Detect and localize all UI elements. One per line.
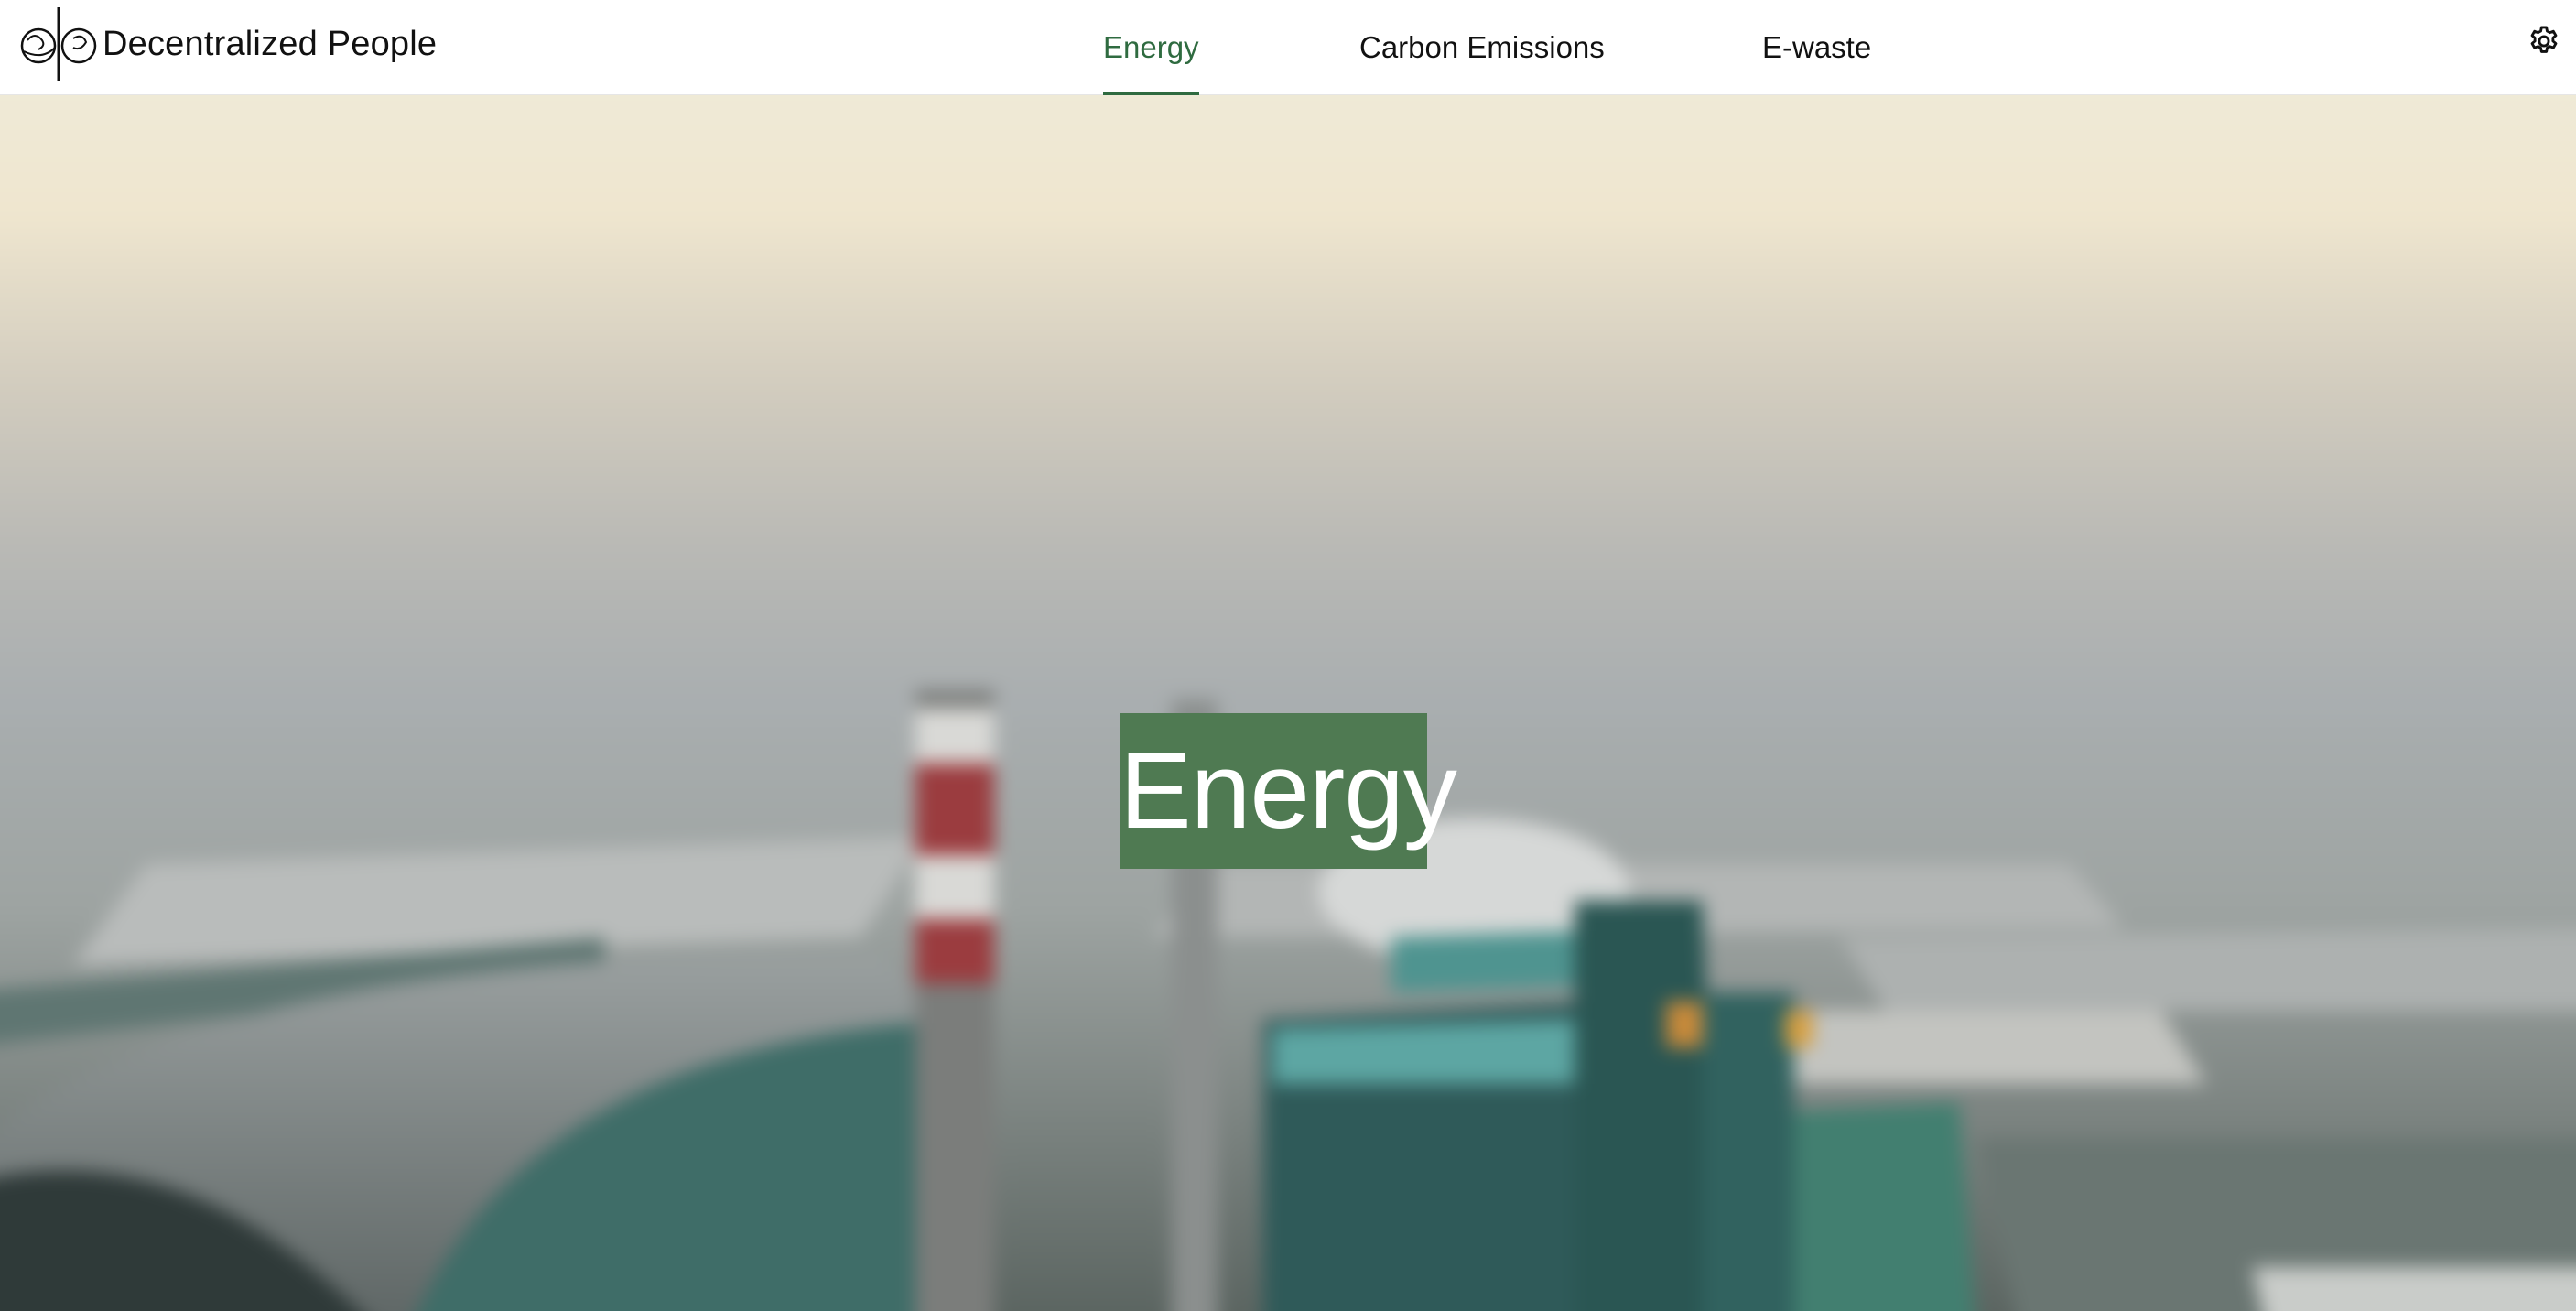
gear-icon [2530, 26, 2558, 53]
tab-energy[interactable]: Energy [1103, 0, 1199, 95]
settings-button[interactable] [2527, 24, 2561, 59]
hero-section: Energy [0, 95, 2576, 1311]
tab-e-waste[interactable]: E-waste [1762, 0, 1871, 95]
hero-background-image [0, 95, 2576, 1311]
top-navbar: Decentralized People Energy Carbon Emiss… [0, 0, 2576, 95]
hero-title: Energy [1120, 713, 1457, 869]
tab-carbon-emissions[interactable]: Carbon Emissions [1359, 0, 1605, 95]
main-nav: Energy Carbon Emissions E-waste [0, 0, 2576, 95]
